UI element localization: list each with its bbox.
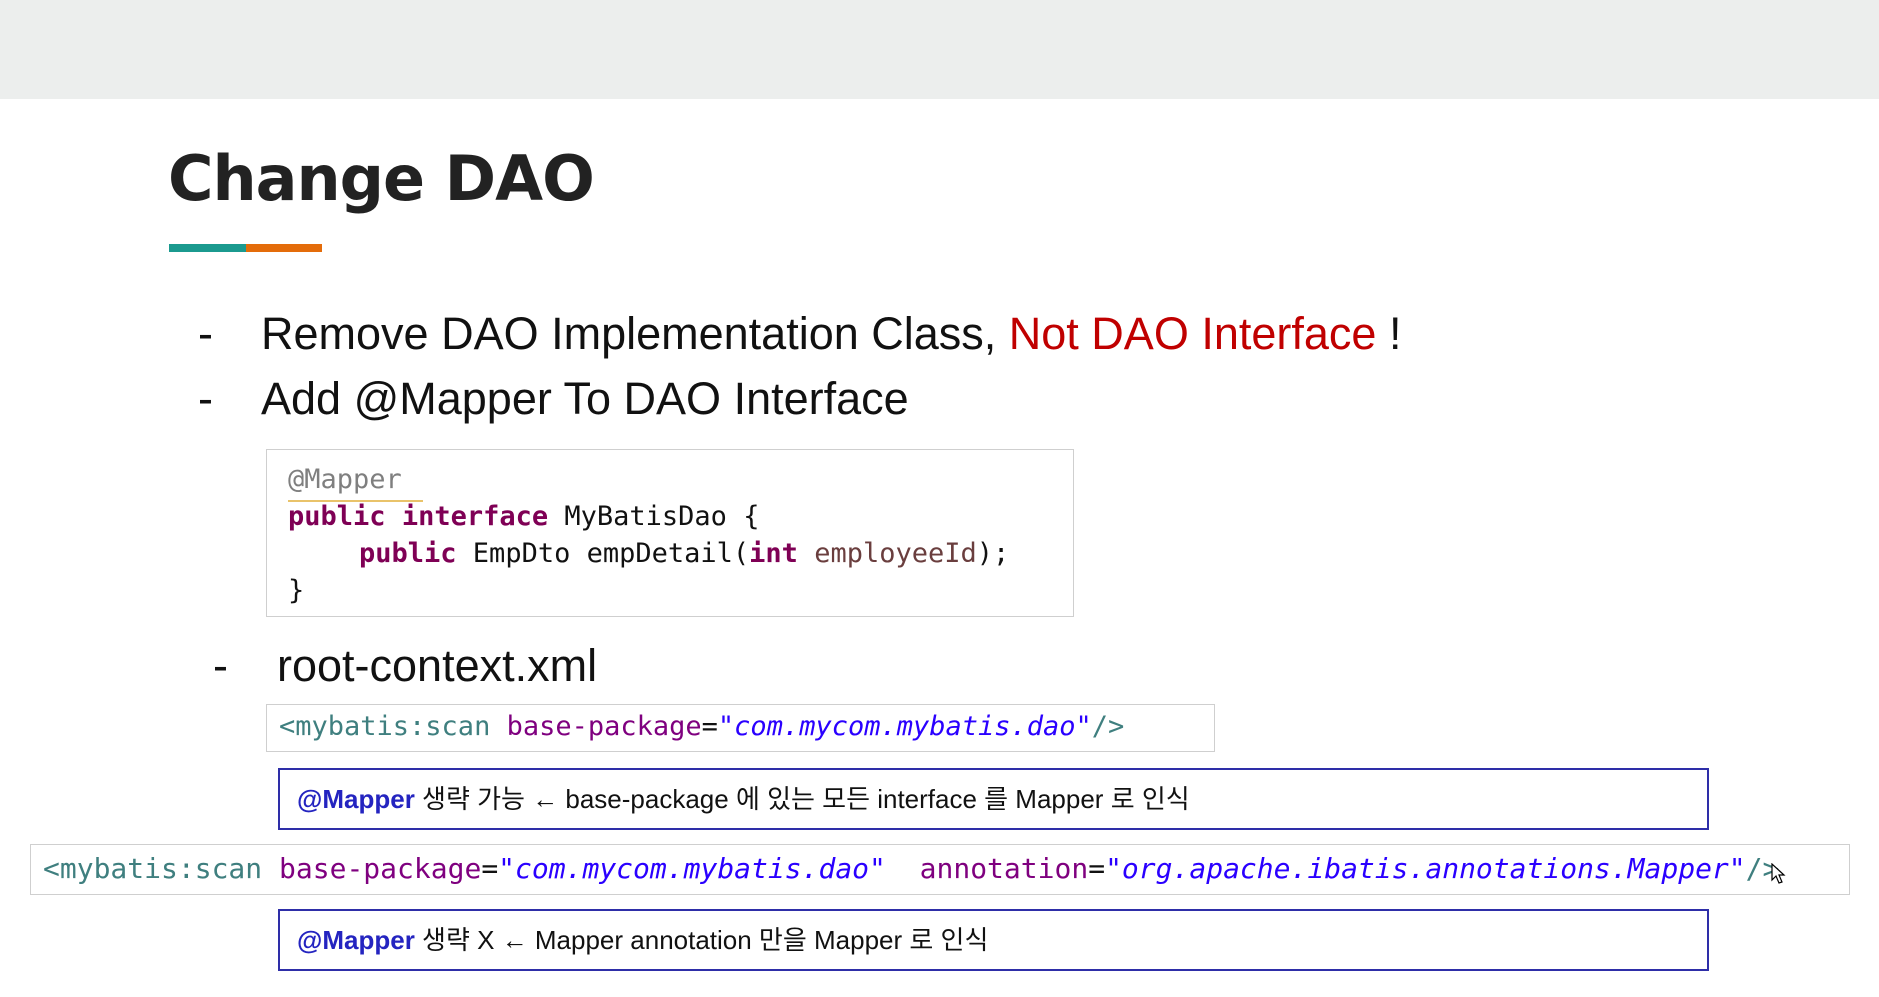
code-method-signature: EmpDto empDetail( (456, 538, 750, 569)
title-underline (169, 244, 322, 252)
underline-teal-segment (169, 244, 246, 252)
note-2-content: @Mapper 생략 X ← Mapper annotation 만을 Mapp… (297, 927, 988, 953)
note-1-text: 생략 가능 ← base-package 에 있는 모든 interface 를… (414, 784, 1190, 814)
xml-scan-basic-line: <mybatis:scan base-package="com.mycom.my… (279, 713, 1124, 740)
note-mapper-required: @Mapper 생략 X ← Mapper annotation 만을 Mapp… (278, 909, 1709, 971)
bullet-add-mapper: Add @Mapper To DAO Interface (261, 373, 909, 424)
note-1-content: @Mapper 생략 가능 ← base-package 에 있는 모든 int… (297, 786, 1190, 812)
xml-tag-open: <mybatis:scan (279, 711, 491, 742)
bullet-remove-dao-impl: Remove DAO Implementation Class, Not DAO… (261, 311, 1401, 356)
note-1-mapper-label: @Mapper (297, 784, 415, 814)
mouse-cursor-icon (1771, 863, 1786, 884)
note-2-mapper-label: @Mapper (297, 925, 415, 955)
code-line-method: public EmpDto empDetail(int employeeId); (359, 540, 1009, 567)
code-keyword-int: int (749, 538, 798, 569)
underline-orange-segment (246, 244, 322, 252)
code-annotation: @Mapper (288, 464, 402, 495)
xml-scan-annotation-line: <mybatis:scan base-package="com.mycom.my… (43, 855, 1779, 883)
code-keyword-public: public (288, 501, 386, 532)
xml-equals: = (701, 711, 718, 742)
xml2-value-annotation: "org.apache.ibatis.annotations.Mapper" (1105, 852, 1746, 885)
bullet-dash-3: - (213, 640, 228, 691)
xml2-equals-1: = (481, 852, 499, 885)
xml2-tag-open: <mybatis:scan (43, 852, 263, 885)
code-line-interface: public interface MyBatisDao { (288, 503, 759, 530)
bullet-1-text: Remove DAO Implementation Class, (261, 308, 1009, 359)
xml-tag-close: /> (1091, 711, 1125, 742)
code-keyword-public-method: public (359, 538, 457, 569)
bullet-1-highlight: Not DAO Interface (1008, 308, 1377, 359)
code-param: employeeId (797, 538, 977, 569)
top-bar (0, 0, 1879, 99)
java-code-block: @Mapper public interface MyBatisDao { pu… (266, 449, 1074, 617)
xml-scan-basic: <mybatis:scan base-package="com.mycom.my… (266, 704, 1215, 752)
xml2-attr-base-package: base-package (262, 852, 482, 885)
xml2-attr-annotation: annotation (885, 852, 1089, 885)
code-keyword-interface: interface (401, 501, 549, 532)
note-mapper-optional: @Mapper 생략 가능 ← base-package 에 있는 모든 int… (278, 768, 1709, 830)
xml-attr-base-package: base-package (490, 711, 702, 742)
xml2-equals-2: = (1088, 852, 1106, 885)
xml2-value-package: "com.mycom.mybatis.dao" (498, 852, 886, 885)
xml-value-package: "com.mycom.mybatis.dao" (717, 711, 1092, 742)
bullet-dash-1: - (198, 308, 213, 359)
bullet-1-suffix: ! (1376, 308, 1402, 359)
xml-scan-annotation: <mybatis:scan base-package="com.mycom.my… (30, 844, 1850, 895)
code-closing-brace: } (288, 575, 305, 606)
code-method-end: ); (976, 538, 1010, 569)
code-interface-name: MyBatisDao { (548, 501, 760, 532)
bullet-root-context: root-context.xml (277, 640, 598, 691)
slide-title: Change DAO (168, 142, 595, 215)
note-2-text: 생략 X ← Mapper annotation 만을 Mapper 로 인식 (414, 925, 989, 955)
bullet-dash-2: - (198, 373, 213, 424)
